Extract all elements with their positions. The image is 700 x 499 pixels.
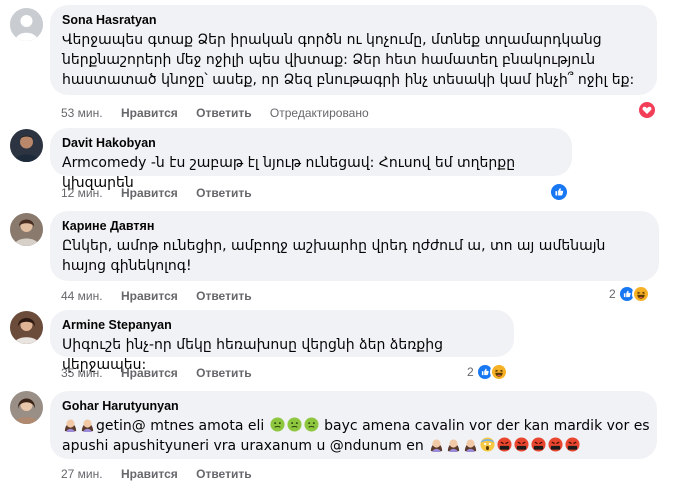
avatar-photo[interactable]	[10, 213, 43, 246]
comment-text-part: bayc amena cavalin vor der kan mardik vo…	[324, 418, 650, 434]
reaction-summary[interactable]: 2	[467, 362, 508, 382]
comment-time[interactable]: 44 мин.	[61, 289, 103, 303]
comment-text: getin@ mtnes amota eli bayc amena cavali…	[62, 416, 650, 456]
reaction-count: 2	[609, 287, 616, 301]
reply-button[interactable]: Ответить	[196, 106, 251, 120]
cursing-face-emoji-icon	[514, 437, 529, 452]
reply-button[interactable]: Ответить	[196, 467, 251, 481]
comment-bubble: Sona Hasratyan Վերջապես գտաք Ձեր իրական …	[50, 5, 657, 95]
comment-actions: 35 мин. Нравится Ответить	[61, 366, 267, 382]
reply-button[interactable]: Ответить	[196, 289, 251, 303]
comment-text-part: apushi apushityuneri vra uraxanum u @ndu…	[62, 438, 424, 454]
comment-actions: 27 мин. Нравится Ответить	[61, 467, 267, 483]
like-button[interactable]: Нравится	[121, 289, 178, 303]
avatar-photo[interactable]	[10, 391, 43, 424]
comment-text-part: getin@ mtnes amota eli	[96, 418, 265, 434]
reply-button[interactable]: Ответить	[196, 186, 251, 200]
love-reaction-icon	[637, 100, 657, 120]
cursing-face-emoji-icon	[565, 437, 580, 452]
comment-bubble: Davit Hakobyan Armcomedy -ն էս շաբաթ էլ …	[50, 128, 572, 191]
comment-bubble: Карине Давтян Ընկեր, ամոթ ունեցիր, ամբող…	[50, 211, 659, 281]
woman-emoji-icon	[429, 437, 444, 452]
comment-author[interactable]: Gohar Harutyunyan	[62, 398, 645, 414]
comment-time[interactable]: 53 мин.	[61, 106, 103, 120]
nauseated-face-emoji-icon	[270, 417, 285, 432]
comment-time[interactable]: 12 мин.	[61, 186, 103, 200]
comment-text: Վերջապես գտաք Ձեր իրական գործն ու կոչում…	[62, 32, 635, 88]
like-button[interactable]: Нравится	[121, 467, 178, 481]
woman-emoji-icon	[463, 437, 478, 452]
reaction-summary[interactable]	[549, 182, 569, 202]
avatar-default[interactable]	[10, 8, 43, 41]
comment-time[interactable]: 35 мин.	[61, 366, 103, 380]
haha-reaction-icon	[489, 363, 508, 381]
avatar-photo[interactable]	[10, 129, 43, 162]
comment-author[interactable]: Davit Hakobyan	[62, 135, 560, 151]
nauseated-face-emoji-icon	[287, 417, 302, 432]
comment-bubble: Gohar Harutyunyan getin@ mtnes amota eli…	[50, 391, 657, 459]
comment-author[interactable]: Карине Давтян	[62, 218, 647, 234]
haha-reaction-icon	[631, 285, 650, 303]
cursing-face-emoji-icon	[548, 437, 563, 452]
avatar-photo[interactable]	[10, 311, 43, 344]
woman-emoji-icon	[63, 417, 78, 432]
woman-emoji-icon	[446, 437, 461, 452]
cursing-face-emoji-icon	[531, 437, 546, 452]
comment-time[interactable]: 27 мин.	[61, 467, 103, 481]
reply-button[interactable]: Ответить	[196, 366, 251, 380]
like-button[interactable]: Нравится	[121, 106, 178, 120]
reaction-summary[interactable]: 2	[609, 284, 650, 304]
comment-text: Ընկեր, ամոթ ունեցիր, ամբողջ աշխարհը վրեդ…	[62, 238, 610, 274]
reaction-summary[interactable]	[637, 100, 657, 120]
comment-author[interactable]: Armine Stepanyan	[62, 317, 502, 333]
woman-emoji-icon	[80, 417, 95, 432]
comment-actions: 53 мин. Нравится Ответить Отредактирован…	[61, 106, 384, 122]
nauseated-face-emoji-icon	[304, 417, 319, 432]
like-button[interactable]: Нравится	[121, 366, 178, 380]
screaming-face-emoji-icon	[480, 437, 495, 452]
comment-bubble: Armine Stepanyan Սիգուշե ինչ-որ մեկը հեռ…	[50, 310, 514, 373]
reaction-count: 2	[467, 365, 474, 379]
comment-actions: 12 мин. Нравится Ответить	[61, 186, 267, 202]
edited-label: Отредактировано	[269, 106, 369, 120]
cursing-face-emoji-icon	[497, 437, 512, 452]
like-reaction-icon	[549, 182, 569, 202]
comment-author[interactable]: Sona Hasratyan	[62, 12, 645, 28]
comment-actions: 44 мин. Нравится Ответить	[61, 289, 267, 305]
like-button[interactable]: Нравится	[121, 186, 178, 200]
